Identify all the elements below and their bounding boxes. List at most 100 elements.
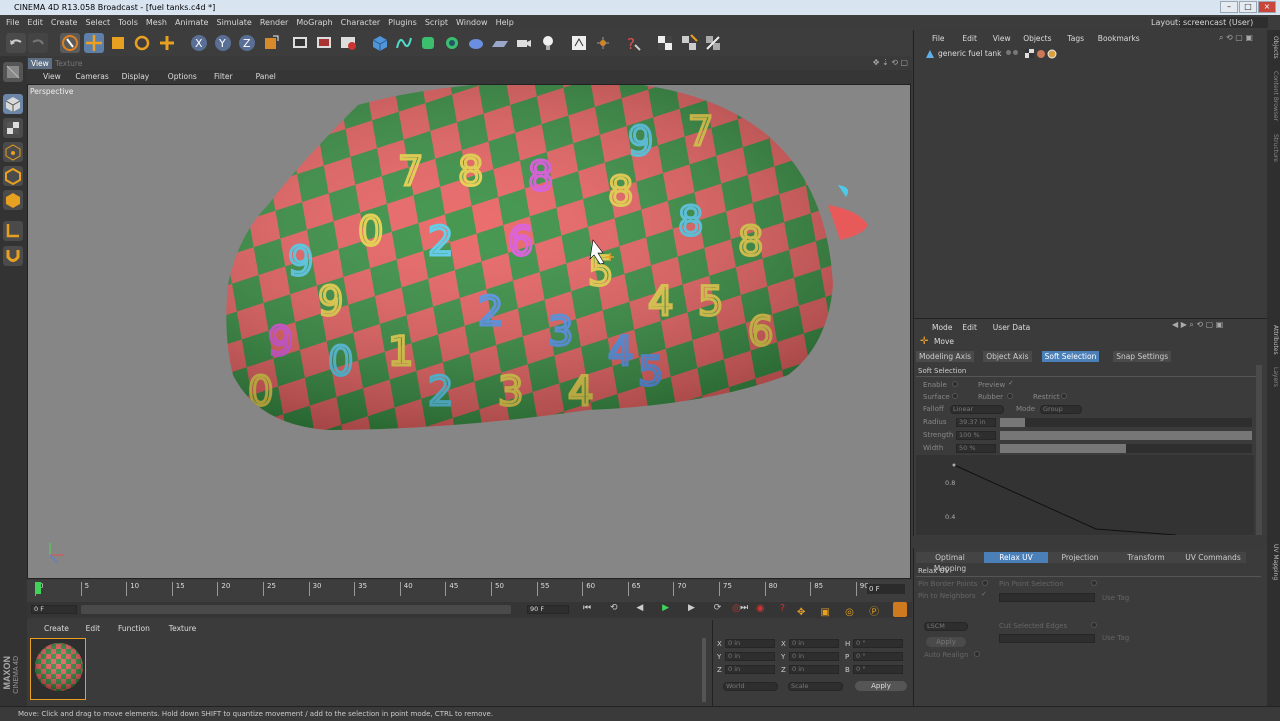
auto-realign-checkbox[interactable]: [974, 651, 980, 657]
coordinate-system-icon[interactable]: [261, 33, 281, 53]
scale-tool-icon[interactable]: [108, 33, 128, 53]
deformer-icon[interactable]: [466, 33, 486, 53]
snap-icon[interactable]: [593, 33, 613, 53]
visibility-dot[interactable]: [1006, 50, 1011, 55]
attribute-menu-user-data[interactable]: User Data: [993, 323, 1030, 332]
uv-apply-button[interactable]: Apply: [926, 637, 966, 647]
strength-field[interactable]: 100 %: [956, 431, 996, 440]
menu-render[interactable]: Render: [260, 18, 288, 27]
tab-soft-selection[interactable]: Soft Selection: [1041, 351, 1100, 362]
pin-neighbors-check-icon[interactable]: ✓: [981, 590, 987, 598]
render-picture-viewer-icon[interactable]: [314, 33, 334, 53]
preview-range-slider[interactable]: [81, 605, 511, 614]
viewport-nav-icons[interactable]: ✥ ⇣ ⟲ ▢: [873, 58, 908, 67]
pin-point-checkbox[interactable]: [1091, 580, 1097, 586]
uv-tab-transform[interactable]: Transform: [1112, 552, 1180, 563]
spline-icon[interactable]: [394, 33, 414, 53]
close-button[interactable]: ×: [1258, 1, 1276, 13]
move-tool-icon[interactable]: [84, 33, 104, 53]
world-dropdown[interactable]: World: [723, 682, 778, 691]
object-menu-file[interactable]: File: [932, 34, 945, 43]
coordinate-apply-button[interactable]: Apply: [855, 681, 907, 691]
polygons-mode-icon[interactable]: [3, 190, 23, 210]
texture-mode-icon[interactable]: [3, 118, 23, 138]
menu-simulate[interactable]: Simulate: [216, 18, 251, 27]
material-menu-texture[interactable]: Texture: [169, 624, 196, 633]
floor-icon[interactable]: [490, 33, 510, 53]
attribute-menu-edit[interactable]: Edit: [962, 323, 977, 332]
tab-object-axis[interactable]: Object Axis: [983, 351, 1032, 362]
width-field[interactable]: 50 %: [956, 444, 996, 453]
side-tab-uv-mapping[interactable]: UV Mapping: [1268, 540, 1279, 584]
layout-dropdown[interactable]: screencast (User): [1180, 17, 1268, 28]
object-menu-view[interactable]: View: [993, 34, 1011, 43]
material-menu-edit[interactable]: Edit: [86, 624, 101, 633]
timeline-menu-icon[interactable]: [893, 602, 907, 617]
light-icon[interactable]: [538, 33, 558, 53]
maximize-button[interactable]: □: [1239, 1, 1257, 13]
make-editable-icon[interactable]: [3, 62, 23, 82]
undo-icon[interactable]: [6, 33, 26, 53]
menu-help[interactable]: Help: [496, 18, 514, 27]
menu-window[interactable]: Window: [456, 18, 488, 27]
menu-file[interactable]: File: [6, 18, 19, 27]
coord-field[interactable]: 0 °: [853, 639, 903, 648]
menu-edit[interactable]: Edit: [27, 18, 43, 27]
checker-icon[interactable]: [655, 33, 675, 53]
uv-tab-uv-commands[interactable]: UV Commands: [1180, 552, 1246, 563]
attribute-menu-mode[interactable]: Mode: [932, 323, 952, 332]
coord-field[interactable]: 0 in: [789, 652, 839, 661]
falloff-graph[interactable]: 0.8 0.4: [916, 455, 1254, 535]
help-icon[interactable]: ?: [623, 33, 643, 53]
object-menu-edit[interactable]: Edit: [962, 34, 977, 43]
attribute-scrollbar[interactable]: [1256, 365, 1262, 535]
view-menu-filter[interactable]: Filter: [214, 70, 233, 84]
redo-icon[interactable]: [28, 33, 48, 53]
playhead[interactable]: [35, 582, 41, 594]
object-menu-bookmarks[interactable]: Bookmarks: [1098, 34, 1140, 43]
end-frame-field[interactable]: 90 F: [527, 605, 569, 614]
render-dot[interactable]: [1013, 50, 1018, 55]
axis-mode-icon[interactable]: [3, 221, 23, 241]
camera-icon[interactable]: [514, 33, 534, 53]
object-menu-objects[interactable]: Objects: [1023, 34, 1051, 43]
side-tab-layers[interactable]: Layers: [1268, 364, 1279, 390]
tab-modeling-axis[interactable]: Modeling Axis: [916, 351, 975, 362]
material-swatch[interactable]: [30, 638, 86, 700]
record-buttons[interactable]: ◎ ◉ ?: [732, 603, 791, 614]
menu-mesh[interactable]: Mesh: [146, 18, 167, 27]
edges-mode-icon[interactable]: [3, 166, 23, 186]
view-menu-cameras[interactable]: Cameras: [75, 70, 108, 84]
timeline-ruler[interactable]: 0 5 10 15 20 25 30 35 40 45 50 55 60 65 70 75 80 85 90 0 F: [27, 580, 912, 602]
y-axis-icon[interactable]: Y: [213, 33, 233, 53]
restrict-checkbox[interactable]: [1061, 393, 1067, 399]
scale-dropdown[interactable]: Scale: [788, 682, 843, 691]
create-tool-icon[interactable]: [157, 33, 177, 53]
uv-tab-relax-uv[interactable]: Relax UV: [984, 552, 1048, 563]
coord-field[interactable]: 0 °: [853, 665, 903, 674]
nurbs-icon[interactable]: [418, 33, 438, 53]
coord-field[interactable]: 0 in: [725, 639, 775, 648]
current-frame-field[interactable]: 0 F: [867, 584, 905, 594]
attribute-nav-icons[interactable]: ◀ ▶ ⌕ ⟲ ▢ ▣: [1172, 320, 1223, 330]
menu-animate[interactable]: Animate: [175, 18, 209, 27]
menu-tools[interactable]: Tools: [118, 18, 138, 27]
cut-tag-field[interactable]: [999, 634, 1095, 643]
falloff-dropdown[interactable]: Linear: [950, 405, 1004, 414]
menu-create[interactable]: Create: [51, 18, 78, 27]
side-tab-attributes[interactable]: Attributes: [1268, 320, 1279, 360]
cut-edges-checkbox[interactable]: [1091, 622, 1097, 628]
object-menu-tags[interactable]: Tags: [1067, 34, 1084, 43]
lscm-dropdown[interactable]: LSCM: [924, 622, 968, 631]
coord-field[interactable]: 0 in: [789, 639, 839, 648]
coord-field[interactable]: 0 °: [853, 652, 903, 661]
side-tab-objects[interactable]: Objects: [1268, 32, 1279, 62]
uv-tool-icon[interactable]: [703, 33, 723, 53]
radius-slider[interactable]: [1000, 418, 1252, 427]
rubber-checkbox[interactable]: [1007, 393, 1013, 399]
rotate-tool-icon[interactable]: [132, 33, 152, 53]
object-row[interactable]: generic fuel tank: [920, 48, 1260, 60]
tab-snap-settings[interactable]: Snap Settings: [1113, 351, 1172, 362]
view-menu-view[interactable]: View: [43, 70, 61, 84]
view-menu-panel[interactable]: Panel: [256, 70, 276, 84]
